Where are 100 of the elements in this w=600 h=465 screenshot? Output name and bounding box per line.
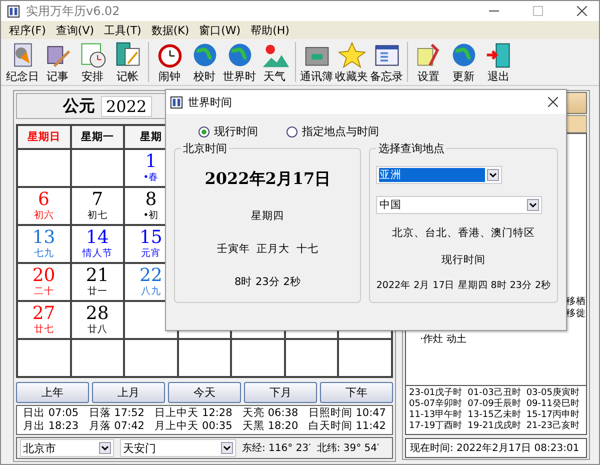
hour-text: 01-03己丑时: [468, 388, 522, 398]
menu-item[interactable]: 帮助(H): [248, 22, 292, 38]
toolbar-button[interactable]: 通讯簿: [299, 40, 334, 84]
day-cell[interactable]: [18, 150, 72, 188]
sun-info-text: 白天时间 11:42: [308, 420, 386, 433]
continent-select[interactable]: 亚洲: [376, 166, 502, 184]
close-icon[interactable]: [577, 6, 587, 16]
era-label: 公元: [63, 96, 95, 116]
hour-text: 15-17丙申时: [526, 410, 580, 420]
menu-item[interactable]: 查询(V): [54, 22, 96, 38]
lunar-date: 元宵: [140, 248, 161, 260]
toolbar-button[interactable]: 记帐: [110, 40, 145, 84]
lunar-date: 廿七: [34, 324, 54, 336]
day-cell[interactable]: [178, 340, 232, 378]
lunar-date: 情人节: [82, 248, 112, 260]
hour-text: 21-23己亥时: [526, 421, 580, 432]
menu-item[interactable]: 窗口(W): [197, 22, 243, 38]
day-number: 22: [139, 266, 162, 286]
sun-info-text: 月出 18:23: [23, 420, 79, 433]
longitude-text: 东经: 116° 23′: [242, 442, 311, 455]
day-number: 8: [145, 190, 157, 210]
calculator-icon: [114, 40, 142, 68]
lunar-date: 初六: [34, 210, 54, 222]
day-cell[interactable]: 20 二十: [18, 264, 72, 302]
day-cell[interactable]: [18, 340, 72, 378]
sun-info-text: 日出 07:05: [23, 407, 79, 420]
door-icon: [484, 40, 512, 68]
day-number: 27: [32, 304, 56, 324]
menu-item[interactable]: 工具(T): [102, 22, 144, 38]
day-cell[interactable]: [286, 340, 340, 378]
lunar-date: 七九: [34, 248, 54, 260]
nav-button[interactable]: 今天: [168, 382, 241, 403]
toolbar-button[interactable]: 设置: [411, 40, 446, 84]
country-select[interactable]: 中国: [376, 196, 542, 214]
lunar-date: 八九: [140, 286, 161, 298]
menu-item[interactable]: 程序(F): [7, 22, 48, 38]
sun-info-text: 月落 07:42: [88, 420, 144, 433]
toolbar-button[interactable]: 备忘录: [369, 40, 404, 84]
close-icon[interactable]: [548, 97, 558, 107]
toolbar-button[interactable]: 世界时: [222, 40, 257, 84]
day-cell[interactable]: [339, 340, 393, 378]
day-number: 20: [32, 266, 56, 286]
hour-text: 03-05庚寅时: [526, 388, 580, 398]
toolbar-button[interactable]: 收藏夹: [334, 40, 369, 84]
day-number: 21: [86, 266, 109, 286]
sun-info-text: 日上中天 12:28: [154, 407, 232, 420]
lunar-date: •初: [143, 210, 159, 222]
toolbar-button[interactable]: 天气: [257, 40, 292, 84]
menu-item[interactable]: 数据(K): [149, 22, 192, 38]
toolbar-button[interactable]: 退出: [481, 40, 516, 84]
day-cell[interactable]: 6 初六: [18, 188, 72, 226]
nav-button[interactable]: 下月: [244, 382, 317, 403]
place-select[interactable]: 天安门: [120, 439, 236, 457]
city-select[interactable]: 北京市: [20, 439, 114, 457]
toolbar-button[interactable]: 安排: [75, 40, 110, 84]
day-cell[interactable]: 7 初七: [72, 188, 126, 226]
day-cell[interactable]: [125, 340, 179, 378]
latitude-text: 北纬: 39° 54′: [316, 442, 380, 455]
day-number: 28: [86, 304, 109, 324]
day-cell[interactable]: 27 廿七: [18, 302, 72, 340]
day-cell[interactable]: 21 廿一: [72, 264, 126, 302]
hour-text: 11-13甲午时: [409, 410, 464, 420]
zone-text: 北京、台北、香港、澳门特区: [392, 226, 536, 240]
year-spinner[interactable]: 2022: [101, 96, 152, 116]
sun-info-text: 天黑 18:20: [242, 420, 298, 433]
weekday-header: 星期日: [18, 126, 72, 150]
toolbar-button[interactable]: 记事: [40, 40, 75, 84]
hour-text: 05-07辛卯时: [409, 399, 464, 410]
nav-button[interactable]: 上月: [92, 382, 165, 403]
day-cell[interactable]: [72, 340, 126, 378]
day-cell[interactable]: 14 情人节: [72, 226, 126, 264]
day-cell[interactable]: [232, 340, 286, 378]
radio-option[interactable]: 现行时间: [198, 124, 258, 139]
day-number: 14: [86, 228, 109, 248]
almanac-text: 移徙: [566, 308, 586, 320]
hour-text: 19-21戊戌时: [468, 421, 522, 432]
hour-text: 07-09壬辰时: [468, 399, 522, 410]
sun-info-text: 日落 17:52: [88, 407, 144, 420]
lunar-date: 廿一: [87, 286, 108, 298]
toolbar-button[interactable]: 闹钟: [152, 40, 187, 84]
radio-option[interactable]: 指定地点与时间: [286, 124, 379, 139]
weekday-header: 星期一: [72, 126, 126, 150]
nav-button[interactable]: 下年: [320, 382, 393, 403]
toolbar-button[interactable]: 纪念日: [5, 40, 40, 84]
current-time-text: 现在时间: 2022年2月17日 08:23:01: [410, 443, 580, 454]
toolbar-button[interactable]: 校时: [187, 40, 222, 84]
toolbar-button[interactable]: 更新: [446, 40, 481, 84]
lunar-date: 二十: [34, 286, 54, 298]
hour-text: 13-15乙未时: [468, 410, 522, 420]
day-cell[interactable]: 13 七九: [18, 226, 72, 264]
day-number: 15: [139, 228, 162, 248]
nav-button[interactable]: 上年: [16, 382, 89, 403]
day-number: 7: [92, 190, 104, 210]
almanac-text: ·作灶 动土: [420, 332, 468, 346]
clock-icon: [78, 40, 106, 68]
hour-text: 23-01戊子时: [409, 388, 464, 398]
app-icon: [170, 96, 183, 108]
day-cell[interactable]: 28 廿八: [72, 302, 126, 340]
lunar-text: 壬寅年 正月大 十七: [217, 242, 318, 256]
day-cell[interactable]: [72, 150, 126, 188]
